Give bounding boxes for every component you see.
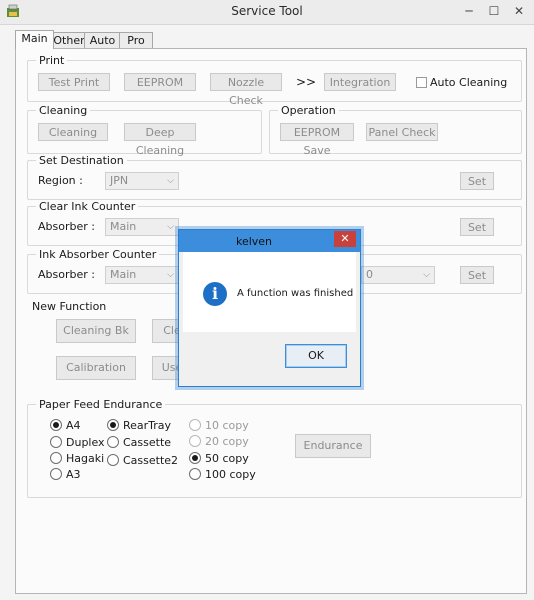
endurance-button[interactable]: Endurance: [295, 434, 371, 458]
nozzle-check-button[interactable]: Nozzle Check: [210, 73, 282, 107]
dialog-title: kelven: [235, 235, 273, 248]
cleaning-group: Cleaning Cleaning Deep Cleaning: [27, 104, 262, 157]
integration-button[interactable]: Integration: [324, 73, 396, 91]
operation-group: Operation EEPROM Save Panel Check: [269, 104, 522, 157]
eeprom-save-button[interactable]: EEPROM Save: [280, 123, 354, 157]
radio-a3-label: A3: [66, 468, 81, 481]
radio-cassette[interactable]: [107, 436, 119, 448]
set-destination-label: Set Destination: [36, 154, 127, 167]
deep-cleaning-button[interactable]: Deep Cleaning: [124, 123, 196, 157]
cleaning-bk-button[interactable]: Cleaning Bk: [56, 319, 136, 343]
minimize-button[interactable]: ─: [457, 2, 481, 20]
radio-100-copy[interactable]: [189, 468, 201, 480]
ink-absorber-value: 0: [366, 268, 373, 281]
operation-group-label: Operation: [278, 104, 339, 117]
radio-cassette2[interactable]: [107, 454, 119, 466]
clear-ink-counter-label: Clear Ink Counter: [36, 200, 139, 213]
radio-a4[interactable]: [50, 419, 62, 431]
paper-feed-endurance-group: Paper Feed Endurance A4 Duplex Hagaki A3…: [27, 398, 522, 498]
maximize-button[interactable]: ☐: [482, 2, 506, 20]
tab-other[interactable]: Other: [52, 32, 86, 48]
chevron-down-icon: ⌵: [167, 176, 174, 186]
radio-hagaki[interactable]: [50, 452, 62, 464]
arrows-label: >>: [296, 75, 317, 89]
chevron-down-icon: ⌵: [167, 270, 174, 280]
info-icon: i: [203, 282, 227, 306]
tab-auto[interactable]: Auto: [84, 32, 121, 48]
clear-ink-absorber-select[interactable]: Main ⌵: [105, 218, 179, 236]
radio-reartray-label: RearTray: [123, 419, 172, 432]
radio-duplex[interactable]: [50, 436, 62, 448]
close-window-button[interactable]: ✕: [507, 2, 531, 20]
radio-20-copy-label: 20 copy: [205, 435, 249, 448]
radio-20-copy[interactable]: [189, 435, 201, 447]
tab-pro[interactable]: Pro: [119, 32, 153, 48]
clear-ink-absorber-value: Main: [110, 220, 137, 233]
ink-absorber-counter-label: Ink Absorber Counter: [36, 248, 160, 261]
auto-cleaning-label: Auto Cleaning: [430, 76, 508, 89]
new-function-label: New Function: [32, 300, 107, 313]
region-select-value: JPN: [110, 174, 129, 187]
radio-100-copy-label: 100 copy: [205, 468, 256, 481]
panel-check-button[interactable]: Panel Check: [366, 123, 438, 141]
region-select[interactable]: JPN ⌵: [105, 172, 179, 190]
radio-10-copy-label: 10 copy: [205, 419, 249, 432]
ink-absorber-set-button[interactable]: Set: [460, 266, 494, 284]
radio-cassette-label: Cassette: [123, 436, 172, 449]
auto-cleaning-checkbox[interactable]: [416, 77, 427, 88]
absorber-label: Absorber :: [38, 220, 95, 233]
ink-absorber-select-value: Main: [110, 268, 137, 281]
print-group: Print Test Print EEPROM Nozzle Check >> …: [27, 54, 522, 107]
clear-ink-set-button[interactable]: Set: [460, 218, 494, 236]
radio-hagaki-label: Hagaki: [66, 452, 105, 465]
radio-duplex-label: Duplex: [66, 436, 105, 449]
set-destination-set-button[interactable]: Set: [460, 172, 494, 190]
ink-absorber-value-select[interactable]: 0 ⌵: [361, 266, 435, 284]
tab-main[interactable]: Main: [15, 30, 54, 49]
radio-50-copy-label: 50 copy: [205, 452, 249, 465]
radio-a3[interactable]: [50, 468, 62, 480]
ok-button[interactable]: OK: [285, 344, 347, 368]
ink-absorber-select[interactable]: Main ⌵: [105, 266, 179, 284]
message-dialog: kelven ✕ i A function was finished OK: [178, 229, 361, 387]
set-destination-group: Set Destination Region : JPN ⌵ Set: [27, 154, 522, 200]
radio-a4-label: A4: [66, 419, 81, 432]
chevron-down-icon: ⌵: [423, 270, 430, 280]
radio-50-copy[interactable]: [189, 452, 201, 464]
chevron-down-icon: ⌵: [167, 222, 174, 232]
cleaning-button[interactable]: Cleaning: [38, 123, 108, 141]
window-title: Service Tool: [231, 4, 303, 18]
dialog-message: A function was finished: [237, 288, 354, 299]
dialog-close-button[interactable]: ✕: [334, 231, 356, 247]
print-group-label: Print: [36, 54, 68, 67]
region-label: Region :: [38, 174, 83, 187]
paper-feed-endurance-label: Paper Feed Endurance: [36, 398, 166, 411]
absorber-label: Absorber :: [38, 268, 95, 281]
calibration-button[interactable]: Calibration: [56, 356, 136, 380]
radio-cassette2-label: Cassette2: [123, 454, 179, 467]
radio-10-copy[interactable]: [189, 419, 201, 431]
test-print-button[interactable]: Test Print: [38, 73, 110, 91]
radio-reartray[interactable]: [107, 419, 119, 431]
eeprom-button[interactable]: EEPROM: [124, 73, 196, 91]
cleaning-group-label: Cleaning: [36, 104, 91, 117]
